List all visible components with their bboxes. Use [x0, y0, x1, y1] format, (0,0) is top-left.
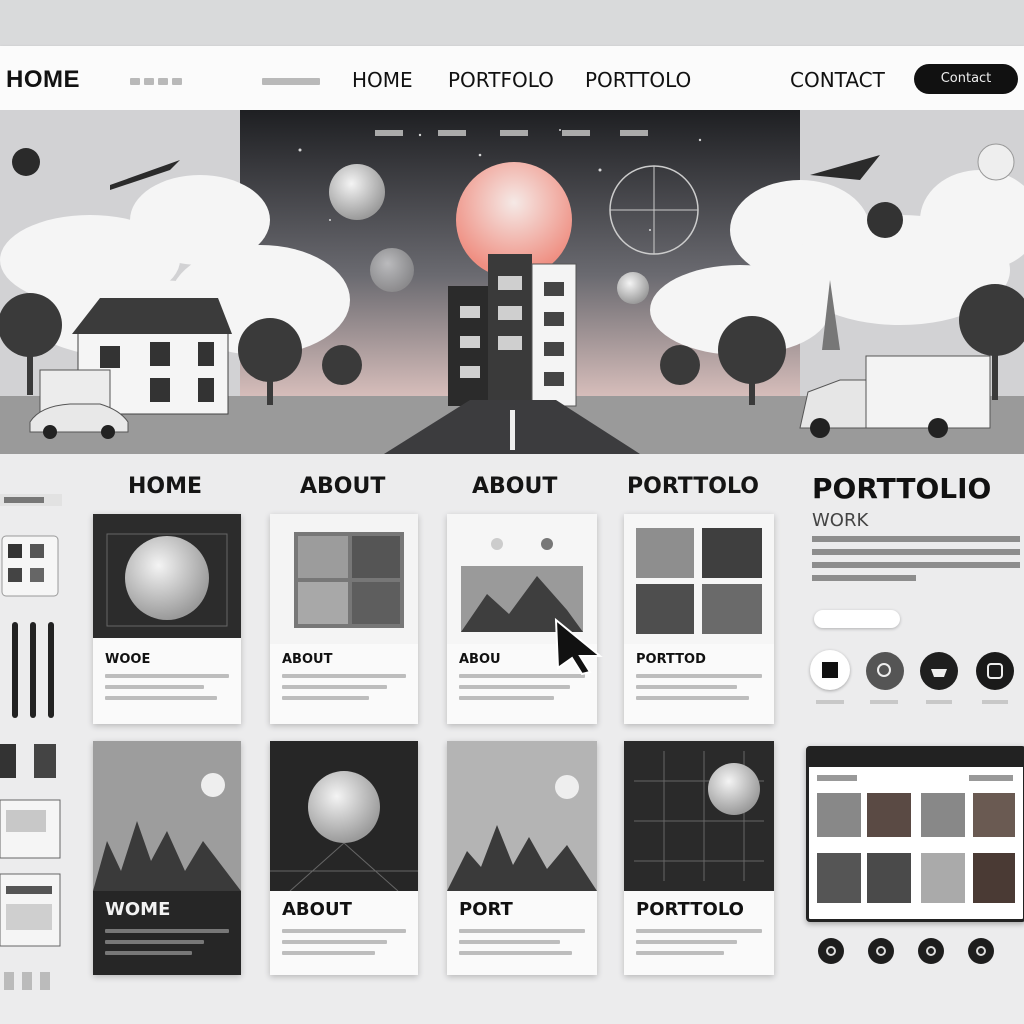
- card-title: PORT: [459, 899, 513, 920]
- column-title-home: HOME: [128, 474, 203, 499]
- card-title: ABOU: [459, 652, 501, 667]
- social-icon[interactable]: [968, 938, 994, 964]
- icon-caption: [870, 700, 898, 704]
- search-icon[interactable]: [866, 652, 904, 690]
- card-about-3[interactable]: ABOUT: [270, 741, 418, 975]
- hero-banner: [0, 110, 1024, 454]
- column-title-about: ABOUT: [300, 474, 386, 499]
- card-thumbnail: [624, 514, 774, 644]
- card-thumbnail: [93, 741, 241, 891]
- icon-caption: [982, 700, 1008, 704]
- card-text: [459, 674, 585, 707]
- card-portfolio-2[interactable]: PORT: [447, 741, 597, 975]
- placeholder-text: [262, 72, 324, 85]
- nav-portfolio-2[interactable]: PORTTOLO: [585, 68, 691, 92]
- column-title-portfolio: PORTTOLO: [627, 474, 759, 499]
- card-thumbnail: [93, 514, 241, 638]
- card-text: [105, 929, 229, 962]
- card-about[interactable]: ABOUT: [270, 514, 418, 724]
- card-text: [282, 929, 406, 962]
- icon-caption: [926, 700, 952, 704]
- card-portfolio-3[interactable]: PORTTOLO: [624, 741, 774, 975]
- icon-caption: [816, 700, 844, 704]
- placeholder-text: [130, 72, 186, 85]
- portfolio-section: HOME ABOUT ABOUT PORTTOLO WOOE ABOUT ABO…: [0, 454, 1024, 1024]
- portfolio-description: [812, 536, 1020, 588]
- planet-icon: [329, 164, 385, 220]
- social-icon[interactable]: [868, 938, 894, 964]
- nav-home[interactable]: HOME: [352, 68, 413, 92]
- brand-logo[interactable]: HOME: [6, 66, 80, 94]
- card-thumbnail: [270, 741, 418, 892]
- card-text: [459, 929, 585, 962]
- nav-portfolio[interactable]: PORTFOLO: [448, 68, 554, 92]
- column-title-about-2: ABOUT: [472, 474, 558, 499]
- gear-icon[interactable]: [920, 652, 958, 690]
- card-title: WOME: [105, 899, 171, 920]
- social-icon[interactable]: [818, 938, 844, 964]
- card-title: PORTTOD: [636, 652, 706, 667]
- card-text: [636, 674, 762, 707]
- card-thumbnail: [270, 514, 418, 644]
- card-thumbnail: [447, 741, 597, 891]
- portfolio-subheading: WORK: [812, 510, 869, 531]
- cursor-icon: [554, 617, 603, 676]
- card-thumbnail: [624, 741, 774, 891]
- card-title: WOOE: [105, 652, 151, 667]
- card-portfolio[interactable]: PORTTOD: [624, 514, 774, 724]
- home-icon[interactable]: [810, 650, 850, 690]
- card-text: [636, 929, 762, 962]
- top-navigation-bar: HOME HOME PORTFOLO PORTTOLO CONTACT Cont…: [0, 46, 1024, 110]
- card-text: [105, 674, 229, 707]
- card-text: [282, 674, 406, 707]
- contact-button[interactable]: Contact: [914, 64, 1018, 94]
- browser-mockup: [806, 746, 1024, 922]
- nav-contact[interactable]: CONTACT: [790, 68, 885, 92]
- social-icon[interactable]: [918, 938, 944, 964]
- card-title: ABOUT: [282, 652, 333, 667]
- portfolio-button[interactable]: [814, 610, 900, 628]
- card-home[interactable]: WOOE: [93, 514, 241, 724]
- card-home-2[interactable]: WOME: [93, 741, 241, 975]
- close-icon[interactable]: [976, 652, 1014, 690]
- portfolio-heading: PORTTOLIO: [812, 472, 992, 505]
- card-title: ABOUT: [282, 899, 352, 920]
- card-title: PORTTOLO: [636, 899, 744, 920]
- ui-kit-strip: [0, 474, 64, 994]
